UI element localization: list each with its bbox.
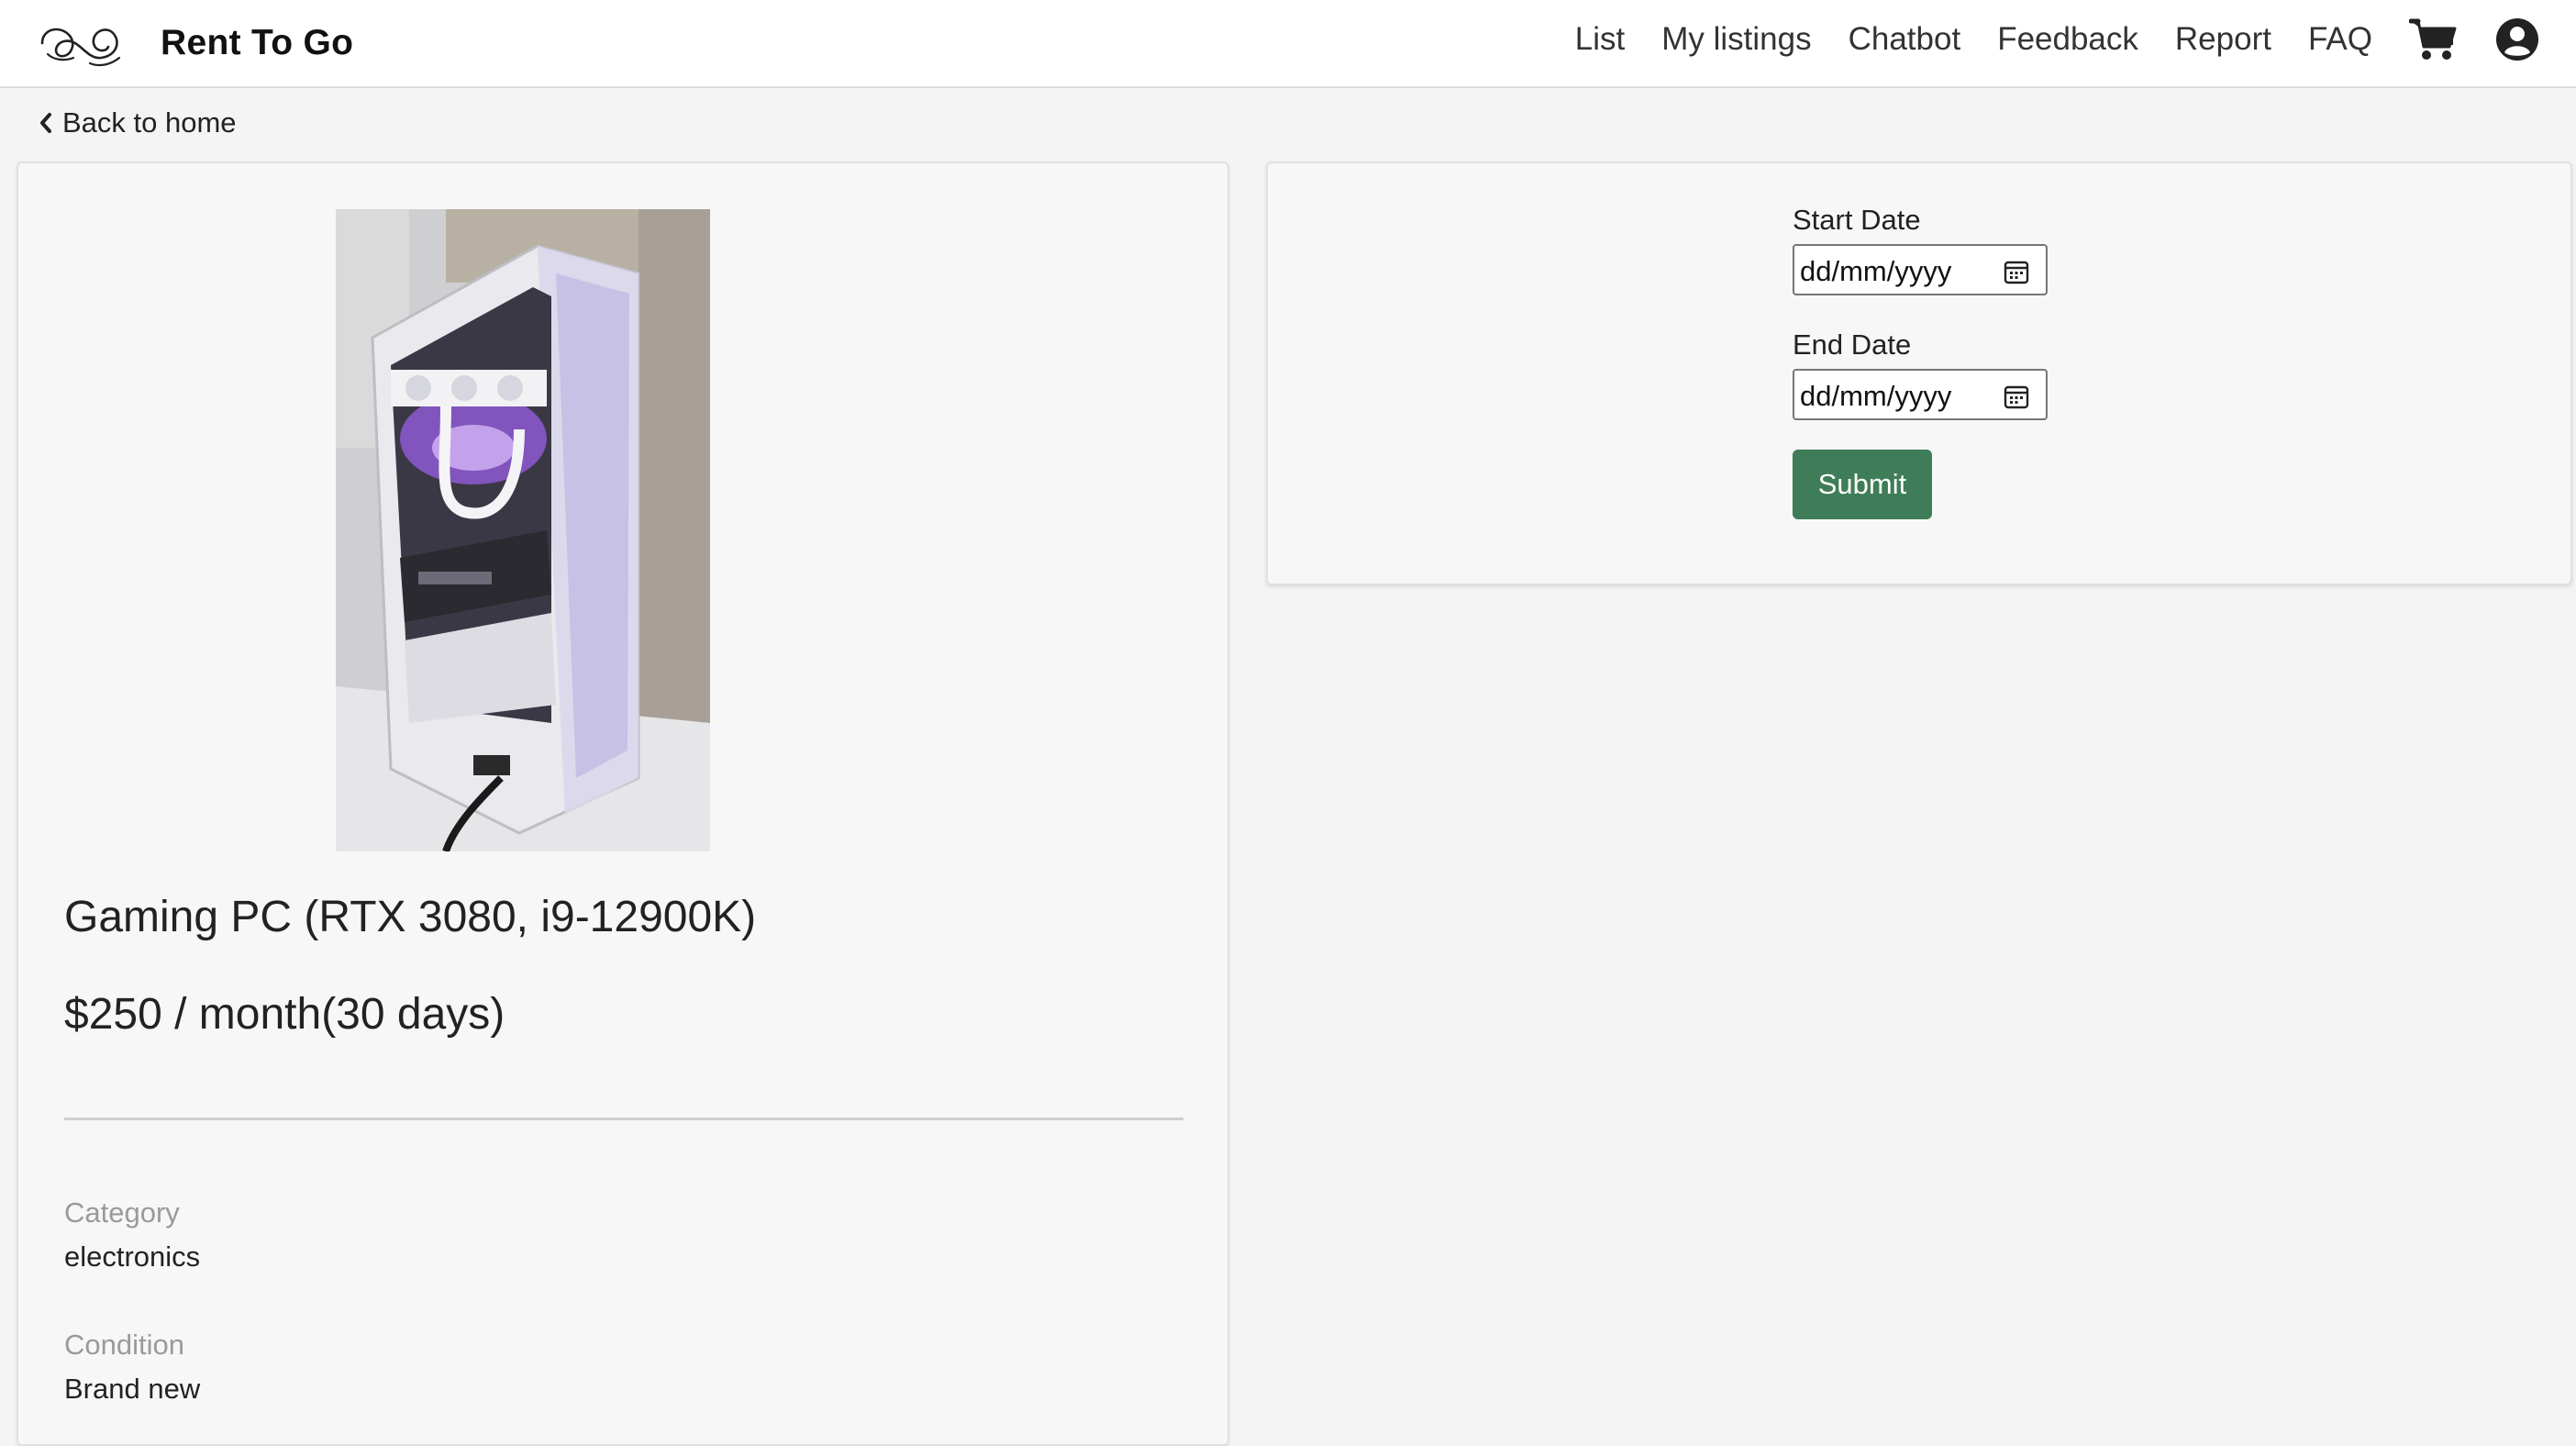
brand[interactable]: Rent To Go [33,15,353,72]
start-date-label: Start Date [1793,204,1921,236]
nav-link-report[interactable]: Report [2175,21,2271,58]
start-date-input[interactable]: dd/mm/yyyy [1793,244,2048,295]
divider [64,1118,1183,1120]
product-title: Gaming PC (RTX 3080, i9-12900K) [64,893,757,941]
shopping-cart-icon[interactable] [2409,17,2459,61]
nav-link-my-listings[interactable]: My listings [1661,21,1811,58]
end-date-placeholder: dd/mm/yyyy [1800,380,1952,412]
brand-name: Rent To Go [161,23,354,62]
nav-link-faq[interactable]: FAQ [2308,21,2372,58]
top-navbar: Rent To Go List My listings Chatbot Feed… [0,0,2576,88]
product-price: $250 / month(30 days) [64,990,505,1039]
nav-link-chatbot[interactable]: Chatbot [1849,21,1961,58]
end-date-input[interactable]: dd/mm/yyyy [1793,369,2048,420]
condition-value: Brand new [64,1373,201,1405]
brand-logo-icon [40,28,121,67]
submit-button[interactable]: Submit [1793,450,1932,519]
user-circle-icon[interactable] [2495,17,2539,61]
back-link-label: Back to home [62,106,237,139]
calendar-icon[interactable] [2004,259,2029,284]
calendar-icon[interactable] [2004,384,2029,409]
product-details-card: Gaming PC (RTX 3080, i9-12900K) $250 / m… [17,161,1229,1446]
booking-form-card: Start Date dd/mm/yyyy End Date dd/mm/yyy… [1266,161,2572,585]
condition-label: Condition [64,1329,184,1361]
end-date-label: End Date [1793,328,1912,361]
nav-links: List My listings Chatbot Feedback Report… [1538,0,2539,79]
nav-link-list[interactable]: List [1575,21,1625,58]
start-date-placeholder: dd/mm/yyyy [1800,255,1952,287]
back-to-home-link[interactable]: Back to home [39,106,237,139]
product-image [336,209,710,851]
chevron-left-icon [40,113,51,133]
category-value: electronics [64,1240,201,1273]
category-label: Category [64,1196,180,1229]
nav-link-feedback[interactable]: Feedback [1997,21,2138,58]
